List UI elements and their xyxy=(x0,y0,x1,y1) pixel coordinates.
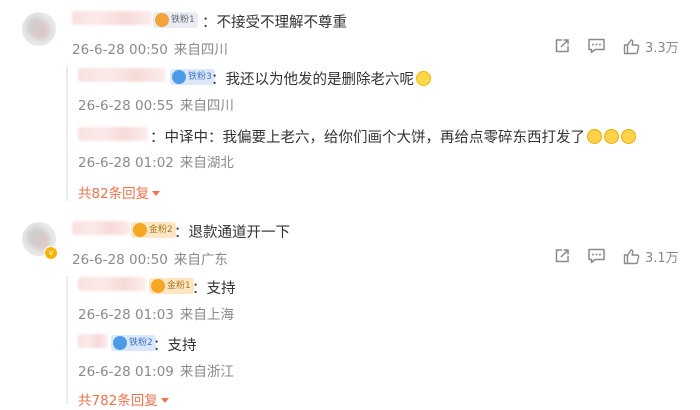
share-button[interactable] xyxy=(553,247,571,265)
caret-down-icon xyxy=(160,398,169,403)
verified-icon: v xyxy=(44,246,58,260)
caret-down-icon xyxy=(152,191,161,196)
comment-meta: 26-6-28 00:50 来自四川 xyxy=(72,38,228,58)
like-button[interactable]: 3.3万 xyxy=(623,37,679,56)
reply-meta: 26-6-28 01:02 来自湖北 xyxy=(78,151,234,171)
timestamp: 26-6-28 00:50 xyxy=(72,252,168,268)
like-count: 3.1万 xyxy=(645,251,679,266)
reply-text: ：中译中：我偏要上老六，给你们画个大饼，再给点零碎东西打发了 xyxy=(150,126,636,147)
reply-text: ：支持 xyxy=(192,281,236,297)
cry-emoji-icon xyxy=(604,129,619,144)
location: 来自上海 xyxy=(179,307,234,323)
share-button[interactable] xyxy=(553,37,571,55)
username[interactable] xyxy=(72,11,152,25)
reply-meta: 26-6-28 01:03 来自上海 xyxy=(78,303,234,323)
reply-username[interactable] xyxy=(78,277,146,291)
reply-username[interactable] xyxy=(78,68,166,82)
timestamp: 26-6-28 00:50 xyxy=(72,42,168,58)
thumbs-up-icon xyxy=(623,249,640,265)
like-count: 3.3万 xyxy=(645,41,679,56)
location: 来自广东 xyxy=(173,252,228,268)
fan-badge[interactable]: 金粉2 xyxy=(131,222,176,238)
timestamp: 26-6-28 00:55 xyxy=(78,98,174,114)
diamond-icon xyxy=(172,70,186,84)
reply-username[interactable] xyxy=(78,334,108,348)
location: 来自湖北 xyxy=(179,155,234,171)
reply-meta: 26-6-28 01:09 来自浙江 xyxy=(78,360,234,380)
share-icon xyxy=(555,249,569,263)
timestamp: 26-6-28 01:02 xyxy=(78,155,174,171)
crown-icon xyxy=(151,279,165,293)
cry-emoji-icon xyxy=(621,129,636,144)
reply-meta: 26-6-28 00:55 来自四川 xyxy=(78,94,234,114)
fan-badge[interactable]: 铁粉2 xyxy=(111,335,156,351)
share-icon xyxy=(555,39,569,53)
avatar[interactable] xyxy=(22,12,56,46)
timestamp: 26-6-28 01:03 xyxy=(78,307,174,323)
smile-emoji-icon xyxy=(416,71,431,86)
location: 来自四川 xyxy=(179,98,234,114)
crown-icon xyxy=(113,336,127,350)
comment-meta: 26-6-28 00:50 来自广东 xyxy=(72,248,228,268)
view-more-replies[interactable]: 共82条回复 xyxy=(78,182,161,202)
reply-text: ：支持 xyxy=(153,338,197,354)
reply-username[interactable] xyxy=(78,127,148,141)
fan-badge[interactable]: 铁粉1 xyxy=(153,12,198,28)
reply-text: ：我还以为他发的是删除老六呢 xyxy=(211,68,431,89)
fan-badge[interactable]: 金粉1 xyxy=(149,278,194,294)
comment-text: ：退款通道开一下 xyxy=(174,225,290,241)
timestamp: 26-6-28 01:09 xyxy=(78,364,174,380)
thumbs-up-icon xyxy=(623,39,640,55)
like-button[interactable]: 3.1万 xyxy=(623,247,679,266)
crown-icon xyxy=(155,13,169,27)
comment-icon xyxy=(588,38,605,54)
comment-button[interactable] xyxy=(587,247,606,265)
crown-icon xyxy=(133,223,147,237)
comment-icon xyxy=(588,248,605,264)
location: 来自浙江 xyxy=(179,364,234,380)
fan-badge[interactable]: 铁粉3 xyxy=(170,69,215,85)
cry-emoji-icon xyxy=(587,129,602,144)
view-more-replies[interactable]: 共782条回复 xyxy=(78,389,169,409)
location: 来自四川 xyxy=(173,42,228,58)
comment-button[interactable] xyxy=(587,37,606,55)
reply-divider xyxy=(66,66,68,201)
comment-text: ：不接受不理解不尊重 xyxy=(202,15,347,31)
username[interactable] xyxy=(72,221,130,235)
reply-divider xyxy=(66,276,68,404)
